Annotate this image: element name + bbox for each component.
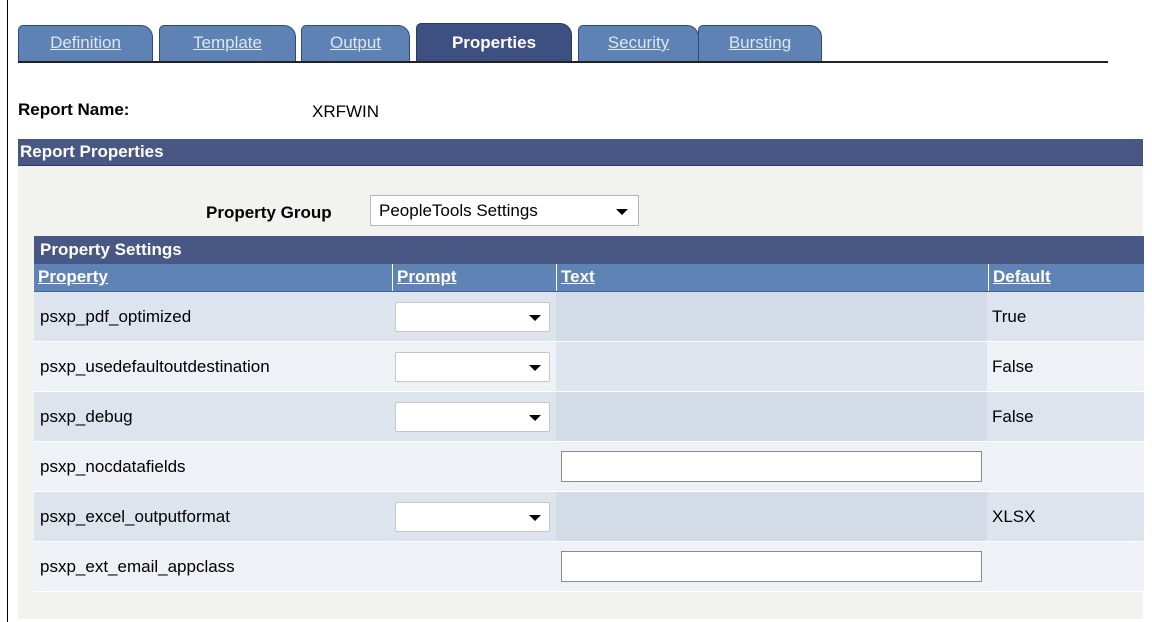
property-settings-title: Property Settings — [34, 236, 1144, 264]
column-header-default[interactable]: Default — [988, 264, 1144, 291]
column-header-prompt[interactable]: Prompt — [392, 264, 556, 291]
text-cell — [556, 342, 987, 391]
text-cell-shade — [556, 392, 987, 441]
property-name: psxp_usedefaultoutdestination — [40, 357, 270, 376]
tab-properties[interactable]: Properties — [416, 23, 572, 62]
grid-header-row: Property Prompt Text Default — [34, 264, 1144, 292]
text-cell — [556, 392, 987, 441]
tab-security[interactable]: Security — [578, 25, 699, 61]
property-name: psxp_pdf_optimized — [40, 307, 192, 326]
prompt-cell — [392, 542, 555, 591]
text-cell — [556, 292, 987, 341]
column-header-property[interactable]: Property — [34, 264, 392, 291]
default-value: XLSX — [992, 507, 1036, 526]
property-group-label: Property Group — [206, 203, 332, 222]
default-value: False — [992, 407, 1034, 426]
prompt-cell — [392, 342, 555, 391]
prompt-cell — [392, 292, 555, 341]
tab-template[interactable]: Template — [159, 25, 296, 61]
default-value: False — [992, 357, 1034, 376]
text-cell-shade — [556, 492, 987, 541]
property-group-select[interactable]: PeopleTools Settings — [370, 195, 639, 226]
property-name: psxp_excel_outputformat — [40, 507, 230, 526]
text-cell-shade — [556, 342, 987, 391]
text-cell — [556, 492, 987, 541]
prompt-dropdown[interactable] — [395, 502, 550, 532]
tab-bar: Definition Template Output Properties Se… — [18, 23, 1108, 63]
chevron-down-icon — [529, 415, 541, 421]
prompt-cell — [392, 392, 555, 441]
table-row: psxp_nocdatafields — [34, 442, 1144, 492]
prompt-dropdown[interactable] — [395, 402, 550, 432]
table-row: psxp_pdf_optimized True — [34, 292, 1144, 342]
text-input[interactable] — [561, 451, 982, 482]
tab-bar-underline — [18, 61, 1108, 63]
prompt-dropdown[interactable] — [395, 352, 550, 382]
property-settings-grid: Property Settings Property Prompt Text D… — [34, 236, 1144, 592]
chevron-down-icon — [529, 365, 541, 371]
default-value: True — [992, 307, 1027, 326]
report-properties-header: Report Properties — [18, 139, 1143, 166]
property-name: psxp_ext_email_appclass — [40, 557, 235, 576]
prompt-dropdown[interactable] — [395, 302, 550, 332]
text-cell — [556, 442, 987, 491]
chevron-down-icon — [529, 515, 541, 521]
table-row: psxp_debug False — [34, 392, 1144, 442]
property-group-value: PeopleTools Settings — [379, 201, 538, 220]
table-row: psxp_usedefaultoutdestination False — [34, 342, 1144, 392]
column-header-text[interactable]: Text — [556, 264, 988, 291]
tab-bursting[interactable]: Bursting — [698, 25, 822, 61]
table-row: psxp_excel_outputformat XLSX — [34, 492, 1144, 542]
property-name: psxp_debug — [40, 407, 133, 426]
text-cell — [556, 542, 987, 591]
text-cell-shade — [556, 292, 987, 341]
report-name-label: Report Name: — [18, 100, 130, 119]
table-row: psxp_ext_email_appclass — [34, 542, 1144, 592]
text-input[interactable] — [561, 551, 982, 582]
tab-definition[interactable]: Definition — [18, 25, 153, 61]
chevron-down-icon — [616, 209, 628, 215]
report-name-value: XRFWIN — [312, 102, 380, 121]
prompt-cell — [392, 492, 555, 541]
tab-output[interactable]: Output — [301, 25, 410, 61]
prompt-cell — [392, 442, 555, 491]
property-name: psxp_nocdatafields — [40, 457, 186, 476]
chevron-down-icon — [529, 315, 541, 321]
left-border-line — [7, 0, 8, 622]
